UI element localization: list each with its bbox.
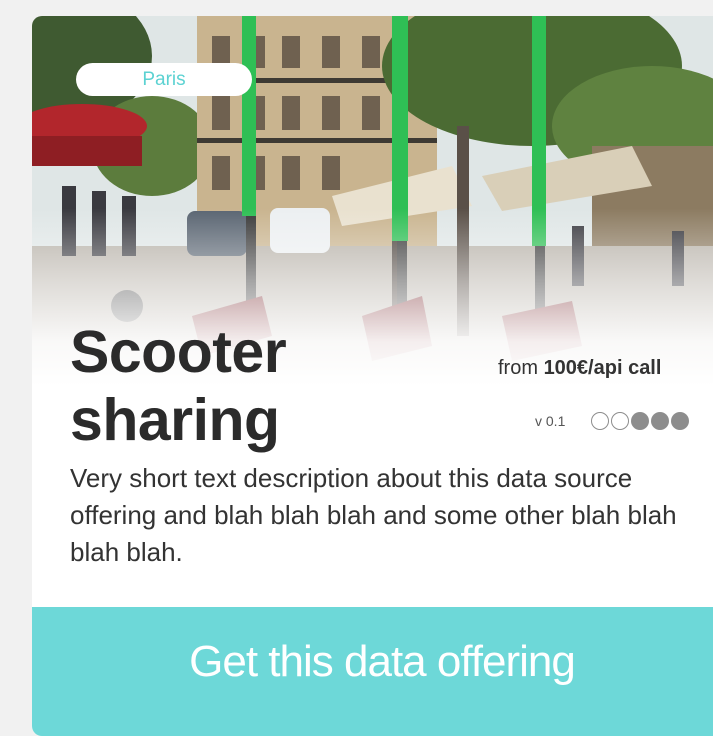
price-prefix: from [498, 357, 544, 379]
city-badge: Paris [76, 63, 252, 96]
version-label: v 0.1 [535, 413, 566, 429]
rating-dot [611, 412, 630, 430]
price-amount: 100€/api call [543, 357, 662, 379]
version-rating-row: v 0.1 [535, 409, 691, 433]
offering-description: Very short text description about this d… [70, 463, 677, 567]
rating-dot [671, 412, 690, 430]
rating-dots [591, 412, 691, 430]
rating-dot [591, 412, 610, 430]
price-info: from 100€/api call [498, 357, 661, 380]
rating-dot [631, 412, 650, 430]
rating-dot [651, 412, 670, 430]
data-offering-card[interactable]: Paris Scooter sharing from 100€/api call… [32, 16, 713, 736]
get-offering-button[interactable]: Get this data offering [32, 607, 713, 736]
offering-title: Scooter sharing [70, 319, 287, 453]
